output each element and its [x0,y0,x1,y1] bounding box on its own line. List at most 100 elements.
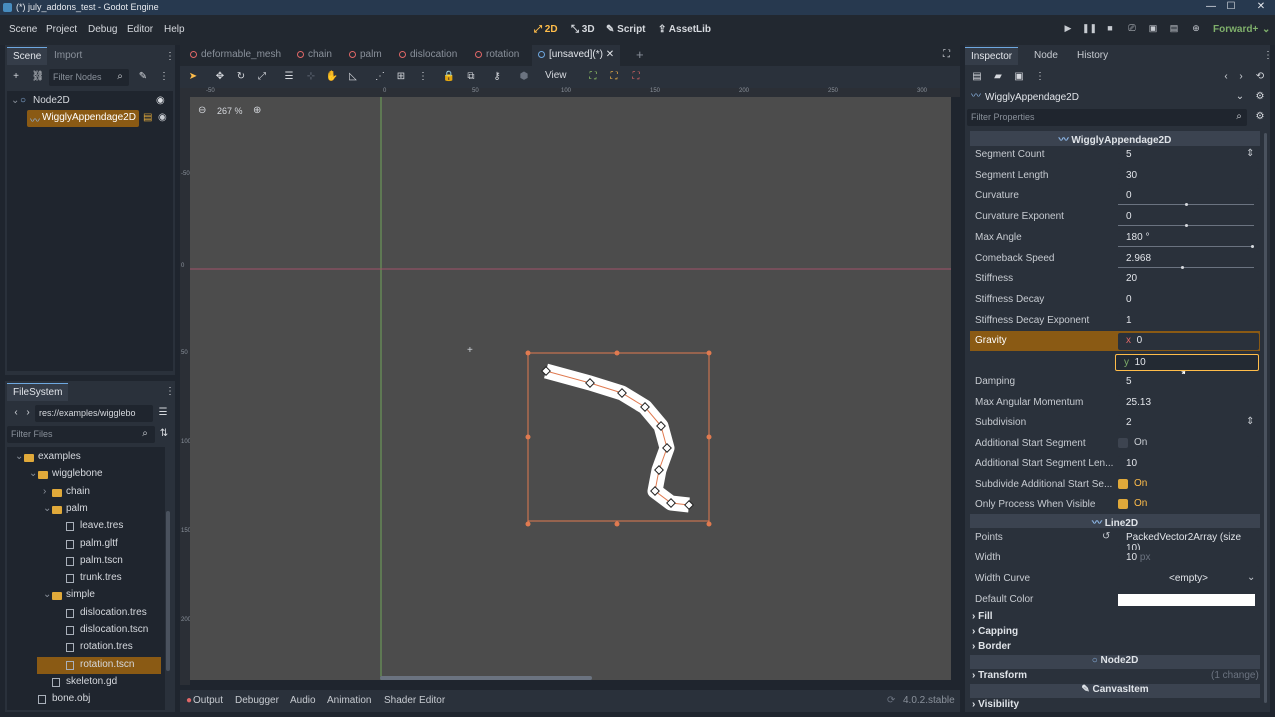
property-comeback-speed[interactable]: Comeback Speed 2.968 [970,249,1260,269]
property-max-angular-momentum[interactable]: Max Angular Momentum 25.13 [970,393,1260,413]
property-value-field[interactable]: 10 px [1118,550,1259,567]
chevron-icon[interactable]: ⌄ [43,503,51,514]
distraction-free-icon[interactable]: ⛶ [943,49,950,60]
property-value[interactable]: 0 [1118,291,1259,309]
new-resource-icon[interactable]: ▤ [970,70,984,84]
property-value[interactable]: 2.968 [1118,250,1259,268]
tab-filesystem[interactable]: FileSystem [7,383,69,401]
bottom-tab-animation[interactable]: Animation [327,695,371,706]
property-max-angle[interactable]: Max Angle 180 ° [970,228,1260,248]
scene-tab-unsaved[interactable]: [unsaved](*) ✕ [532,45,621,66]
stop-icon[interactable]: ■ [1103,23,1117,37]
menu-project[interactable]: Project [46,24,77,35]
property-value[interactable]: PackedVector2Array (size 10) [1118,530,1259,554]
workspace-3d[interactable]: ⤡ 3D [571,24,595,35]
history-back-icon[interactable]: ‹ [1219,70,1233,84]
file-tree-folder[interactable]: › chain [7,484,165,501]
visibility-eye-icon[interactable]: ◉ [156,95,165,106]
section-canvasitem[interactable]: ✎ CanvasItem [970,684,1260,698]
attach-script-icon[interactable]: ✎ [136,70,150,84]
chevron-down-icon[interactable]: ⌄ [1247,572,1255,583]
history-forward-icon[interactable]: › [1234,70,1248,84]
script-icon[interactable]: ▤ [143,112,152,123]
bottom-tab-audio[interactable]: Audio [290,695,316,706]
property-points[interactable]: Points ↺ PackedVector2Array (size 10) [970,528,1260,554]
forward-icon[interactable]: › [21,406,35,420]
smart-snap-icon[interactable]: ⋰ [373,70,387,84]
tab-history[interactable]: History [1071,47,1114,65]
property-additional-start-segment[interactable]: Additional Start Segment On [970,434,1260,454]
tab-scene[interactable]: Scene [7,47,48,65]
group-fill[interactable]: › Fill [972,611,993,622]
scene-tab-palm[interactable]: palm [349,49,382,60]
property-stiffness-decay-exponent[interactable]: Stiffness Decay Exponent 1 [970,311,1260,331]
file-tree-file[interactable]: trunk.tres [7,570,165,587]
zoom-in-icon[interactable]: ⊕ [253,105,261,116]
object-properties-icon[interactable]: ⚙ [1253,90,1267,104]
file-tree-folder[interactable]: ⌄ palm [7,501,165,518]
maximize-button[interactable]: ☐ [1223,1,1239,12]
section-wigglyappendage2d[interactable]: 〰 WigglyAppendage2D [970,131,1260,146]
property-subdivide-additional-start-segment[interactable]: Subdivide Additional Start Se... On [970,475,1260,495]
menu-scene[interactable]: Scene [9,24,37,35]
property-value[interactable]: 30 [1118,167,1259,185]
scene-menu-icon[interactable]: ⋮ [157,70,171,84]
tab-node[interactable]: Node [1028,47,1064,65]
revert-icon[interactable]: ↺ [1102,531,1110,542]
menu-help[interactable]: Help [164,24,185,35]
link-icon[interactable]: ⛓ [31,70,45,84]
file-tree-file[interactable]: skeleton.gd [7,674,165,691]
property-stiffness[interactable]: Stiffness 20 [970,269,1260,289]
tab-import[interactable]: Import [48,47,88,65]
property-stiffness-decay[interactable]: Stiffness Decay 0 [970,290,1260,310]
add-node-icon[interactable]: + [9,70,23,84]
property-value[interactable]: 20 [1118,271,1259,289]
view-menu[interactable]: View [545,70,567,81]
scene-tab-dislocation[interactable]: dislocation [399,49,457,60]
tree-node-node2d[interactable]: ⌄ ○ Node2D ◉ [7,93,173,110]
value-slider[interactable] [1118,224,1254,228]
file-tree-file[interactable]: rotation.tres [7,639,165,656]
zoom-out-icon[interactable]: ⊖ [198,105,206,116]
property-value[interactable]: 0 [1118,209,1259,227]
cube-icon[interactable]: ⬢ [517,70,531,84]
lock-icon[interactable]: 🔒 [442,70,456,84]
spinner-icon[interactable]: ⇕ [1246,148,1254,159]
file-tree-folder[interactable]: ⌄ simple [7,587,165,604]
chevron-down-icon[interactable]: ⌄ [1233,90,1247,104]
file-tree-file[interactable]: palm.gltf [7,536,165,553]
canvas-drawing[interactable]: + [190,97,951,680]
property-value[interactable]: 2 [1118,415,1259,433]
section-line2d[interactable]: 〰 Line2D [970,514,1260,529]
menu-debug[interactable]: Debug [88,24,117,35]
tab-inspector[interactable]: Inspector [965,47,1019,65]
play-icon[interactable]: ▶ [1061,23,1075,37]
list-select-icon[interactable]: ☰ [282,70,296,84]
file-tree-file[interactable]: dislocation.tscn [7,622,165,639]
file-tree-file[interactable]: bone.obj [7,691,165,708]
chevron-down-icon[interactable]: ⌄ [1262,24,1270,35]
checkbox-icon[interactable] [1118,438,1128,448]
scene-tab-deformable-mesh[interactable]: deformable_mesh [190,49,281,60]
dock-menu-icon[interactable]: ⋮ [163,50,177,64]
open-folder-icon[interactable]: ▰ [991,70,1005,84]
curve-add-icon[interactable]: ⛶ [607,70,621,84]
filesystem-scrollbar[interactable] [166,511,170,671]
property-default-color[interactable]: Default Color [970,590,1260,610]
select-mode-icon[interactable]: ➤ [186,70,200,84]
scene-tab-rotation[interactable]: rotation [475,49,519,60]
file-tree-file[interactable]: leave.tres [7,518,165,535]
pause-icon[interactable]: ❚❚ [1082,23,1097,37]
checkbox-checked-icon[interactable] [1118,499,1128,509]
file-tree-folder[interactable]: ⌄ wigglebone [7,466,165,483]
inspector-scrollbar[interactable] [1264,133,1267,703]
tree-node-wigglyappendage2d[interactable]: 〰 WigglyAppendage2D [27,110,139,127]
path-input[interactable]: res://examples/wigglebo [35,405,153,422]
renderer-select[interactable]: Forward+ [1213,24,1258,35]
property-subdivision[interactable]: Subdivision 2 ⇕ [970,413,1260,433]
property-value[interactable]: 180 ° [1118,229,1259,247]
property-only-process-when-visible[interactable]: Only Process When Visible On [970,495,1260,515]
bottom-tab-debugger[interactable]: Debugger [235,695,279,706]
snap-options-icon[interactable]: ⋮ [416,70,430,84]
viewport-h-scrollbar[interactable] [380,676,592,680]
